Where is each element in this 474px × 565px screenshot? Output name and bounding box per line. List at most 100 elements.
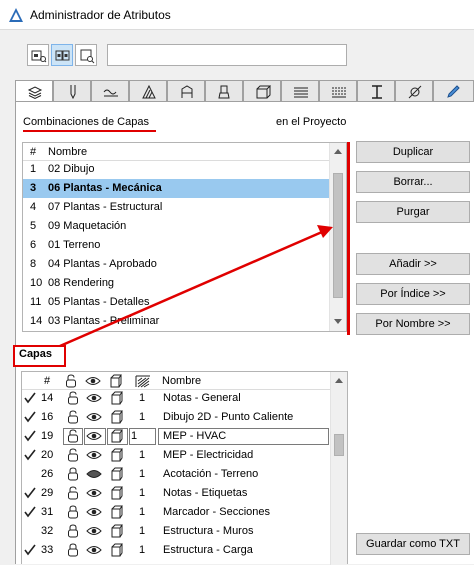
intersection-group-number: 1 [139, 468, 146, 480]
intersection-group-number: 1 [139, 449, 146, 461]
scroll-up-arrow-icon[interactable] [334, 149, 342, 154]
wireframe-icon[interactable] [110, 543, 124, 564]
tab-beams[interactable] [357, 80, 395, 102]
combination-number: 14 [30, 315, 43, 327]
col-header-name[interactable]: Nombre [48, 143, 87, 161]
intersection-group-header-icon[interactable] [135, 374, 151, 388]
col-header-number[interactable]: # [44, 372, 50, 390]
layer-row[interactable]: 26 1 Acotación - Terreno [22, 465, 328, 484]
eye-header-icon[interactable] [85, 374, 101, 388]
combination-row[interactable]: 3 06 Plantas - Mecánica [23, 179, 329, 198]
combination-row[interactable]: 8 04 Plantas - Aprobado [23, 255, 329, 274]
view-list-button[interactable] [27, 44, 49, 66]
layer-name: Marcador - Secciones [163, 506, 270, 518]
combinations-scrollbar[interactable] [329, 143, 346, 331]
view-detail-button[interactable] [75, 44, 97, 66]
tab-pens[interactable] [53, 80, 91, 102]
layer-row[interactable]: 19 1 MEP - HVAC [22, 427, 329, 448]
wireframe-header-icon[interactable] [109, 374, 123, 388]
layer-number: 16 [41, 411, 54, 423]
split-view-icon [55, 50, 70, 61]
combination-row[interactable]: 6 01 Terreno [23, 236, 329, 255]
intersection-group-number: 1 [139, 506, 146, 518]
combination-row[interactable]: 11 05 Plantas - Detalles [23, 293, 329, 312]
col-header-name[interactable]: Nombre [162, 372, 201, 390]
layers-icon [27, 86, 43, 100]
col-header-number[interactable]: # [30, 143, 36, 161]
tab-composites[interactable] [243, 80, 281, 102]
layer-number: 20 [41, 449, 54, 461]
app-icon [9, 8, 23, 22]
layer-name: Dibujo 2D - Punto Caliente [163, 411, 294, 423]
search-input[interactable] [107, 44, 347, 66]
intersection-group-number[interactable]: 1 [131, 427, 137, 446]
layer-number: 31 [41, 506, 54, 518]
combination-row[interactable]: 1 02 Dibujo [23, 160, 329, 179]
layer-row[interactable]: 16 1 Dibujo 2D - Punto Caliente [22, 408, 328, 427]
layers-scrollbar[interactable] [330, 372, 347, 565]
combination-name: 01 Terreno [48, 239, 101, 251]
tab-layers[interactable] [15, 80, 53, 103]
combination-number: 5 [30, 220, 37, 232]
tab-surfaces[interactable] [205, 80, 243, 102]
por-indice-button[interactable]: Por Índice >> [356, 283, 470, 305]
checkmark-icon[interactable] [24, 446, 36, 467]
view-split-button[interactable] [51, 44, 73, 66]
layer-row[interactable]: 20 1 MEP - Electricidad [22, 446, 328, 465]
layer-row[interactable]: 29 1 Notas - Etiquetas [22, 484, 328, 503]
checkmark-icon[interactable] [24, 503, 36, 524]
pencil-icon [447, 85, 460, 98]
checkmark-icon[interactable] [24, 541, 36, 562]
scroll-down-arrow-icon[interactable] [334, 319, 342, 324]
paint-bucket-icon [218, 85, 230, 99]
intersection-group-number: 1 [139, 544, 146, 556]
layer-name: Estructura - Carga [163, 544, 253, 556]
scroll-up-arrow-icon[interactable] [335, 378, 343, 383]
eye-open-icon[interactable] [86, 543, 102, 564]
guardar-txt-button[interactable]: Guardar como TXT [356, 533, 470, 555]
layer-row[interactable]: 31 1 Marcador - Secciones [22, 503, 328, 522]
checkmark-icon[interactable] [24, 427, 36, 448]
scroll-thumb[interactable] [334, 434, 344, 456]
duplicar-button[interactable]: Duplicar [356, 141, 470, 163]
combination-number: 1 [30, 163, 37, 175]
tab-line-types[interactable] [91, 80, 129, 102]
combination-row[interactable]: 10 08 Rendering [23, 274, 329, 293]
layer-row[interactable]: 14 1 Notas - General [22, 389, 328, 408]
anadir-button[interactable]: Añadir >> [356, 253, 470, 275]
red-marker-line [347, 142, 350, 335]
lock-closed-icon[interactable] [66, 543, 80, 564]
por-nombre-button[interactable]: Por Nombre >> [356, 313, 470, 335]
tab-fills[interactable] [129, 80, 167, 102]
beam-icon [372, 85, 382, 99]
red-underline [23, 130, 156, 132]
checkmark-icon[interactable] [24, 389, 36, 410]
layer-number: 26 [41, 468, 54, 480]
tab-profiles[interactable] [281, 80, 319, 102]
layer-name[interactable]: MEP - HVAC [163, 427, 226, 446]
checkmark-icon[interactable] [24, 408, 36, 429]
tab-pencil[interactable] [433, 80, 474, 102]
lock-header-icon[interactable] [64, 374, 78, 388]
combination-row[interactable]: 5 09 Maquetación [23, 217, 329, 236]
intersection-group-number: 1 [139, 487, 146, 499]
intersection-group-number: 1 [139, 525, 146, 537]
tab-markers[interactable] [395, 80, 433, 102]
purgar-button[interactable]: Purgar [356, 201, 470, 223]
layer-name: MEP - Electricidad [163, 449, 254, 461]
combinations-label: Combinaciones de Capas [23, 116, 149, 128]
combination-row[interactable]: 4 07 Plantas - Estructural [23, 198, 329, 217]
combination-name: 08 Rendering [48, 277, 115, 289]
tab-zones[interactable] [319, 80, 357, 102]
combination-number: 10 [30, 277, 43, 289]
combination-number: 4 [30, 201, 37, 213]
tab-building-materials[interactable] [167, 80, 205, 102]
layer-row[interactable]: 33 1 Estructura - Carga [22, 541, 328, 560]
combination-row[interactable]: 14 03 Plantas - Preliminar [23, 312, 329, 331]
checkmark-icon[interactable] [24, 484, 36, 505]
borrar-button[interactable]: Borrar... [356, 171, 470, 193]
combinations-scope-label: en el Proyecto [276, 116, 347, 128]
scroll-thumb[interactable] [333, 173, 343, 298]
layer-row[interactable]: 32 1 Estructura - Muros [22, 522, 328, 541]
combination-number: 3 [30, 182, 37, 194]
